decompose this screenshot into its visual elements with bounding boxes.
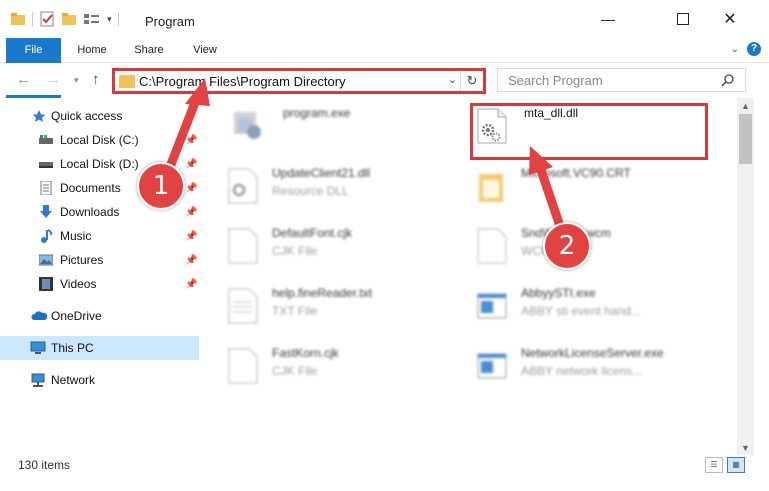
item-count: 130 items (18, 458, 71, 472)
bottom-strip (0, 476, 769, 491)
callout-badge-1: 1 (137, 162, 185, 210)
status-bar: 130 items ☰ ▦ (0, 455, 769, 475)
large-icons-view-icon[interactable]: ▦ (727, 457, 745, 473)
details-view-icon[interactable]: ☰ (705, 457, 723, 473)
annotation-arrows (163, 78, 567, 237)
callout-badge-2: 2 (543, 222, 591, 270)
arrow-2-head (529, 146, 553, 175)
view-toggle: ☰ ▦ (705, 457, 745, 473)
arrow-1-line (163, 95, 201, 177)
arrow-1-head (185, 78, 210, 106)
